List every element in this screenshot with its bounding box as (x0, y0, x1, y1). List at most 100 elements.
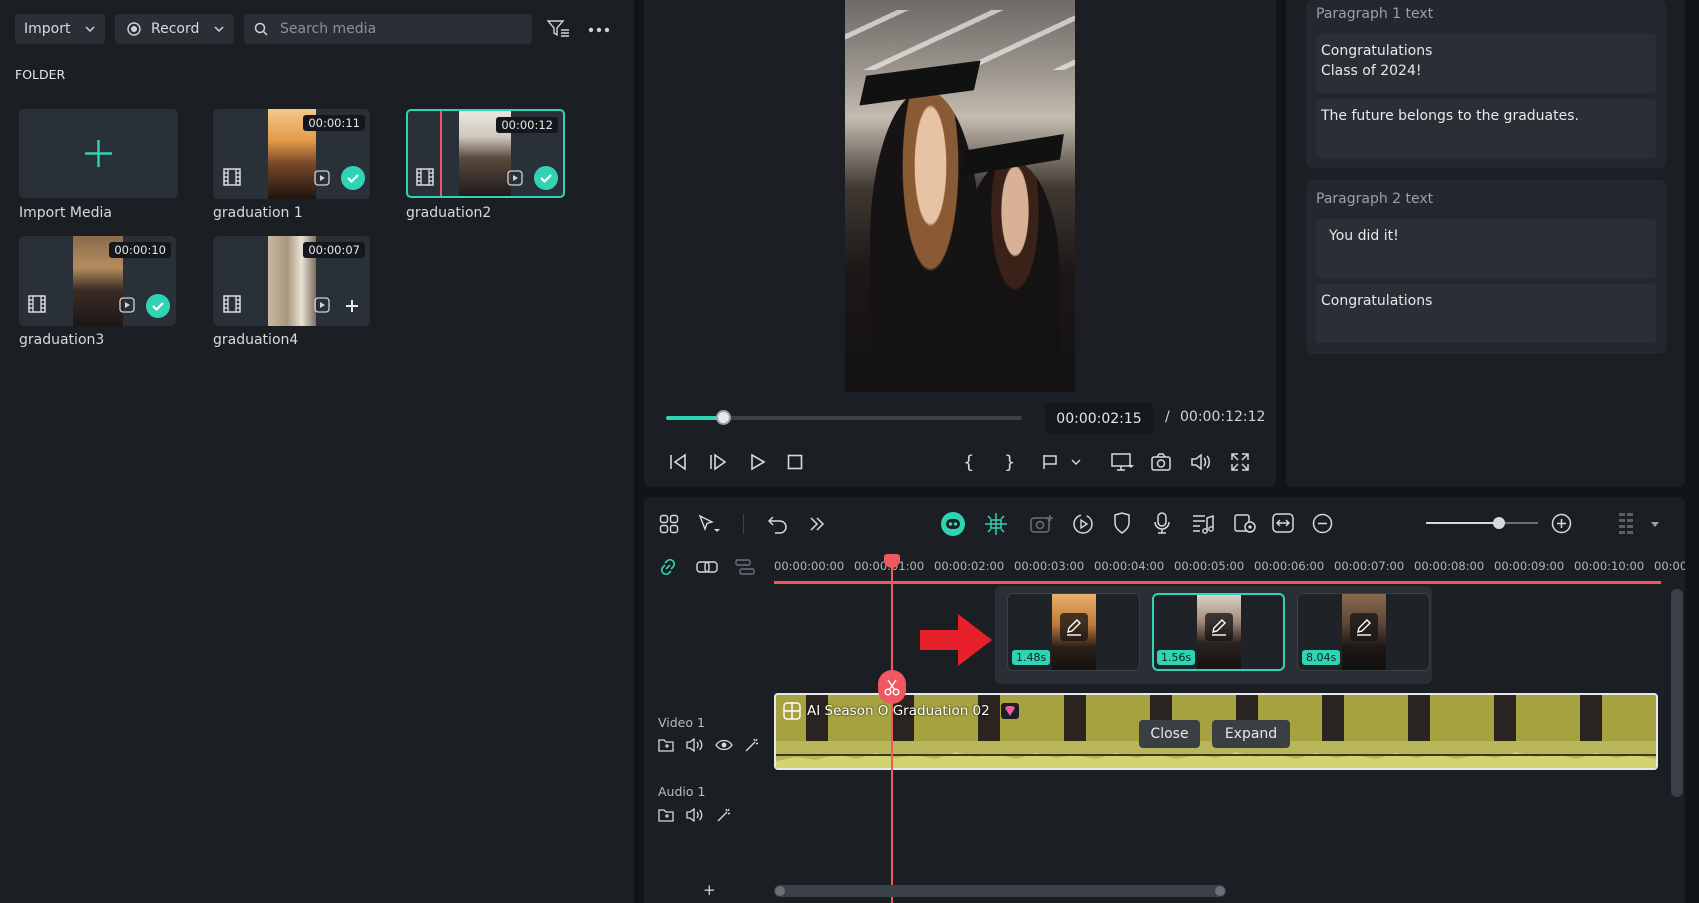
added-check-icon (341, 166, 365, 190)
film-icon (28, 295, 46, 313)
record-icon (127, 22, 141, 36)
ruler-baseline (774, 581, 1661, 584)
speaker-icon[interactable] (686, 738, 704, 752)
link-track-icon[interactable] (696, 558, 718, 576)
mark-out-icon[interactable]: } (1004, 452, 1015, 473)
duration-badge: 00:00:11 (303, 115, 365, 131)
clip-title: AI Season O Graduation 02 (807, 703, 990, 719)
link-icon[interactable] (658, 557, 678, 577)
chevron-down-icon[interactable] (1650, 520, 1660, 528)
clip-option-3[interactable]: 8.04s (1297, 593, 1430, 671)
edit-icon[interactable] (1060, 613, 1088, 641)
close-button[interactable]: Close (1139, 720, 1200, 748)
fullscreen-icon[interactable] (1231, 453, 1249, 471)
folder-icon[interactable] (658, 738, 674, 752)
magic-wand-icon[interactable] (716, 807, 732, 823)
progress-knob[interactable] (715, 410, 731, 425)
split-button[interactable] (878, 670, 906, 704)
record-button[interactable]: Record (115, 14, 234, 44)
current-time-box[interactable]: 00:00:02:15 (1045, 403, 1153, 434)
stop-icon[interactable] (787, 454, 803, 470)
paragraph-1-field-2[interactable]: The future belongs to the graduates. (1316, 99, 1656, 158)
track-manager-icon[interactable] (735, 558, 755, 576)
timeline-ruler[interactable]: 00:00:00:00 00:00:01:00 00:00:02:00 00:0… (774, 550, 1685, 586)
paragraph-2-field-2[interactable]: Congratulations (1316, 284, 1656, 343)
mask-icon[interactable] (1113, 512, 1131, 534)
microphone-icon[interactable] (1153, 512, 1171, 534)
zoom-slider[interactable] (1426, 517, 1538, 529)
ruler-tick: 00:00:02:00 (934, 559, 1005, 573)
current-time: 00:00:02:15 (1056, 410, 1142, 427)
edit-icon[interactable] (1205, 613, 1233, 641)
paragraph-1-field-1[interactable]: Congratulations Class of 2024! (1316, 34, 1656, 93)
ruler-tick: 00:00:09:00 (1494, 559, 1565, 573)
camera-ai-icon[interactable] (1030, 513, 1054, 535)
speed-icon[interactable] (1072, 513, 1094, 535)
vertical-scrollbar[interactable] (1671, 589, 1683, 797)
add-track-button[interactable]: + (703, 881, 716, 899)
next-frame-icon[interactable] (708, 453, 728, 471)
added-check-icon (534, 166, 558, 190)
display-icon[interactable] (1111, 453, 1135, 471)
duration-badge: 00:00:12 (496, 117, 558, 133)
scroll-handle-right[interactable] (1215, 886, 1225, 896)
filter-icon[interactable] (547, 19, 571, 39)
snap-icon[interactable] (984, 512, 1008, 536)
ruler-tick: 00:00:00:00 (774, 559, 845, 573)
plus-icon (83, 138, 114, 169)
ruler-tick: 00:00:06:00 (1254, 559, 1325, 573)
select-tool-icon[interactable] (697, 514, 721, 534)
media-thumb-graduation2[interactable]: 00:00:12 (406, 109, 565, 198)
layout-grid-icon[interactable] (659, 514, 679, 534)
clip-picker-popup: 1.48s 1.56s 8.04s (995, 586, 1432, 684)
paragraph-2-field-1[interactable]: You did it! (1316, 219, 1656, 278)
folder-icon[interactable] (658, 808, 674, 822)
prev-frame-icon[interactable] (668, 453, 688, 471)
media-thumb-graduation3[interactable]: 00:00:10 (19, 236, 176, 326)
ai-mate-icon[interactable] (940, 511, 966, 537)
horizontal-scrollbar[interactable] (774, 885, 1226, 897)
play-icon[interactable] (750, 453, 766, 471)
search-box[interactable]: Search media (244, 14, 532, 44)
grid-view-icon[interactable] (1617, 511, 1637, 537)
edit-icon[interactable] (1350, 613, 1378, 641)
panel-divider[interactable] (634, 0, 644, 903)
media-label: graduation2 (406, 205, 492, 221)
speaker-icon[interactable] (686, 808, 704, 822)
fit-timeline-icon[interactable] (1272, 512, 1294, 534)
zoom-in-icon[interactable] (1551, 513, 1572, 534)
audio-mix-icon[interactable] (1192, 512, 1214, 534)
ruler-tick: 00:00:05:00 (1174, 559, 1245, 573)
import-media-tile[interactable] (19, 109, 178, 198)
audio-clip-icon (117, 297, 137, 313)
time-separator: / (1165, 409, 1170, 425)
import-button[interactable]: Import (15, 14, 105, 44)
progress-track[interactable] (666, 410, 1022, 425)
ruler-tick: 00:00:03:00 (1014, 559, 1085, 573)
undo-icon[interactable] (768, 514, 788, 534)
preview-frame (845, 0, 1075, 392)
marker-icon[interactable] (1042, 453, 1082, 471)
zoom-out-icon[interactable] (1312, 513, 1333, 534)
media-label: Import Media (19, 205, 112, 221)
clip-option-1[interactable]: 1.48s (1007, 593, 1140, 671)
snapshot-icon[interactable] (1151, 453, 1171, 471)
zoom-fill (1426, 522, 1499, 524)
expand-button[interactable]: Expand (1212, 720, 1290, 748)
mark-in-icon[interactable]: { (963, 452, 974, 473)
paragraph-1-label: Paragraph 1 text (1316, 6, 1434, 22)
search-input[interactable]: Search media (280, 21, 376, 37)
media-thumb-graduation4[interactable]: 00:00:07 (213, 236, 370, 326)
volume-icon[interactable] (1190, 453, 1212, 471)
clip-option-2[interactable]: 1.56s (1152, 593, 1285, 671)
preview-render-icon[interactable] (1233, 512, 1257, 534)
eye-icon[interactable] (715, 739, 733, 751)
scroll-handle-left[interactable] (775, 886, 785, 896)
media-thumb-graduation1[interactable]: 00:00:11 (213, 109, 370, 199)
add-icon[interactable] (345, 299, 359, 313)
magic-wand-icon[interactable] (744, 737, 760, 753)
more-tools-icon[interactable] (809, 516, 825, 532)
more-icon[interactable] (588, 27, 610, 33)
zoom-knob[interactable] (1492, 517, 1505, 529)
playhead-line[interactable] (891, 561, 893, 903)
